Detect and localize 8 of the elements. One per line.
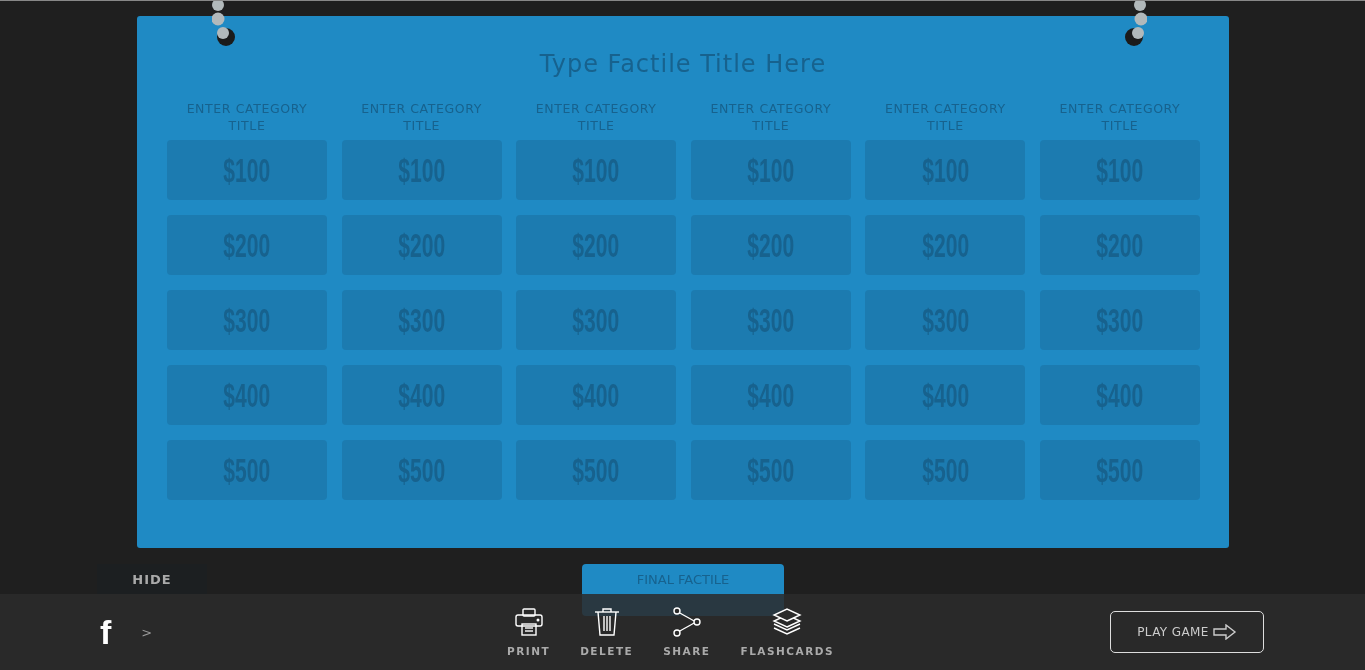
arrow-right-icon (1212, 624, 1237, 640)
print-button[interactable]: PRINT (492, 607, 566, 657)
facebook-logo[interactable]: f (100, 615, 112, 649)
share-icon (671, 607, 702, 637)
printer-icon (513, 607, 544, 637)
expand-arrow[interactable]: > (141, 624, 153, 640)
play-game-button[interactable]: PLAY GAME (1110, 611, 1264, 653)
layers-icon (772, 607, 803, 637)
